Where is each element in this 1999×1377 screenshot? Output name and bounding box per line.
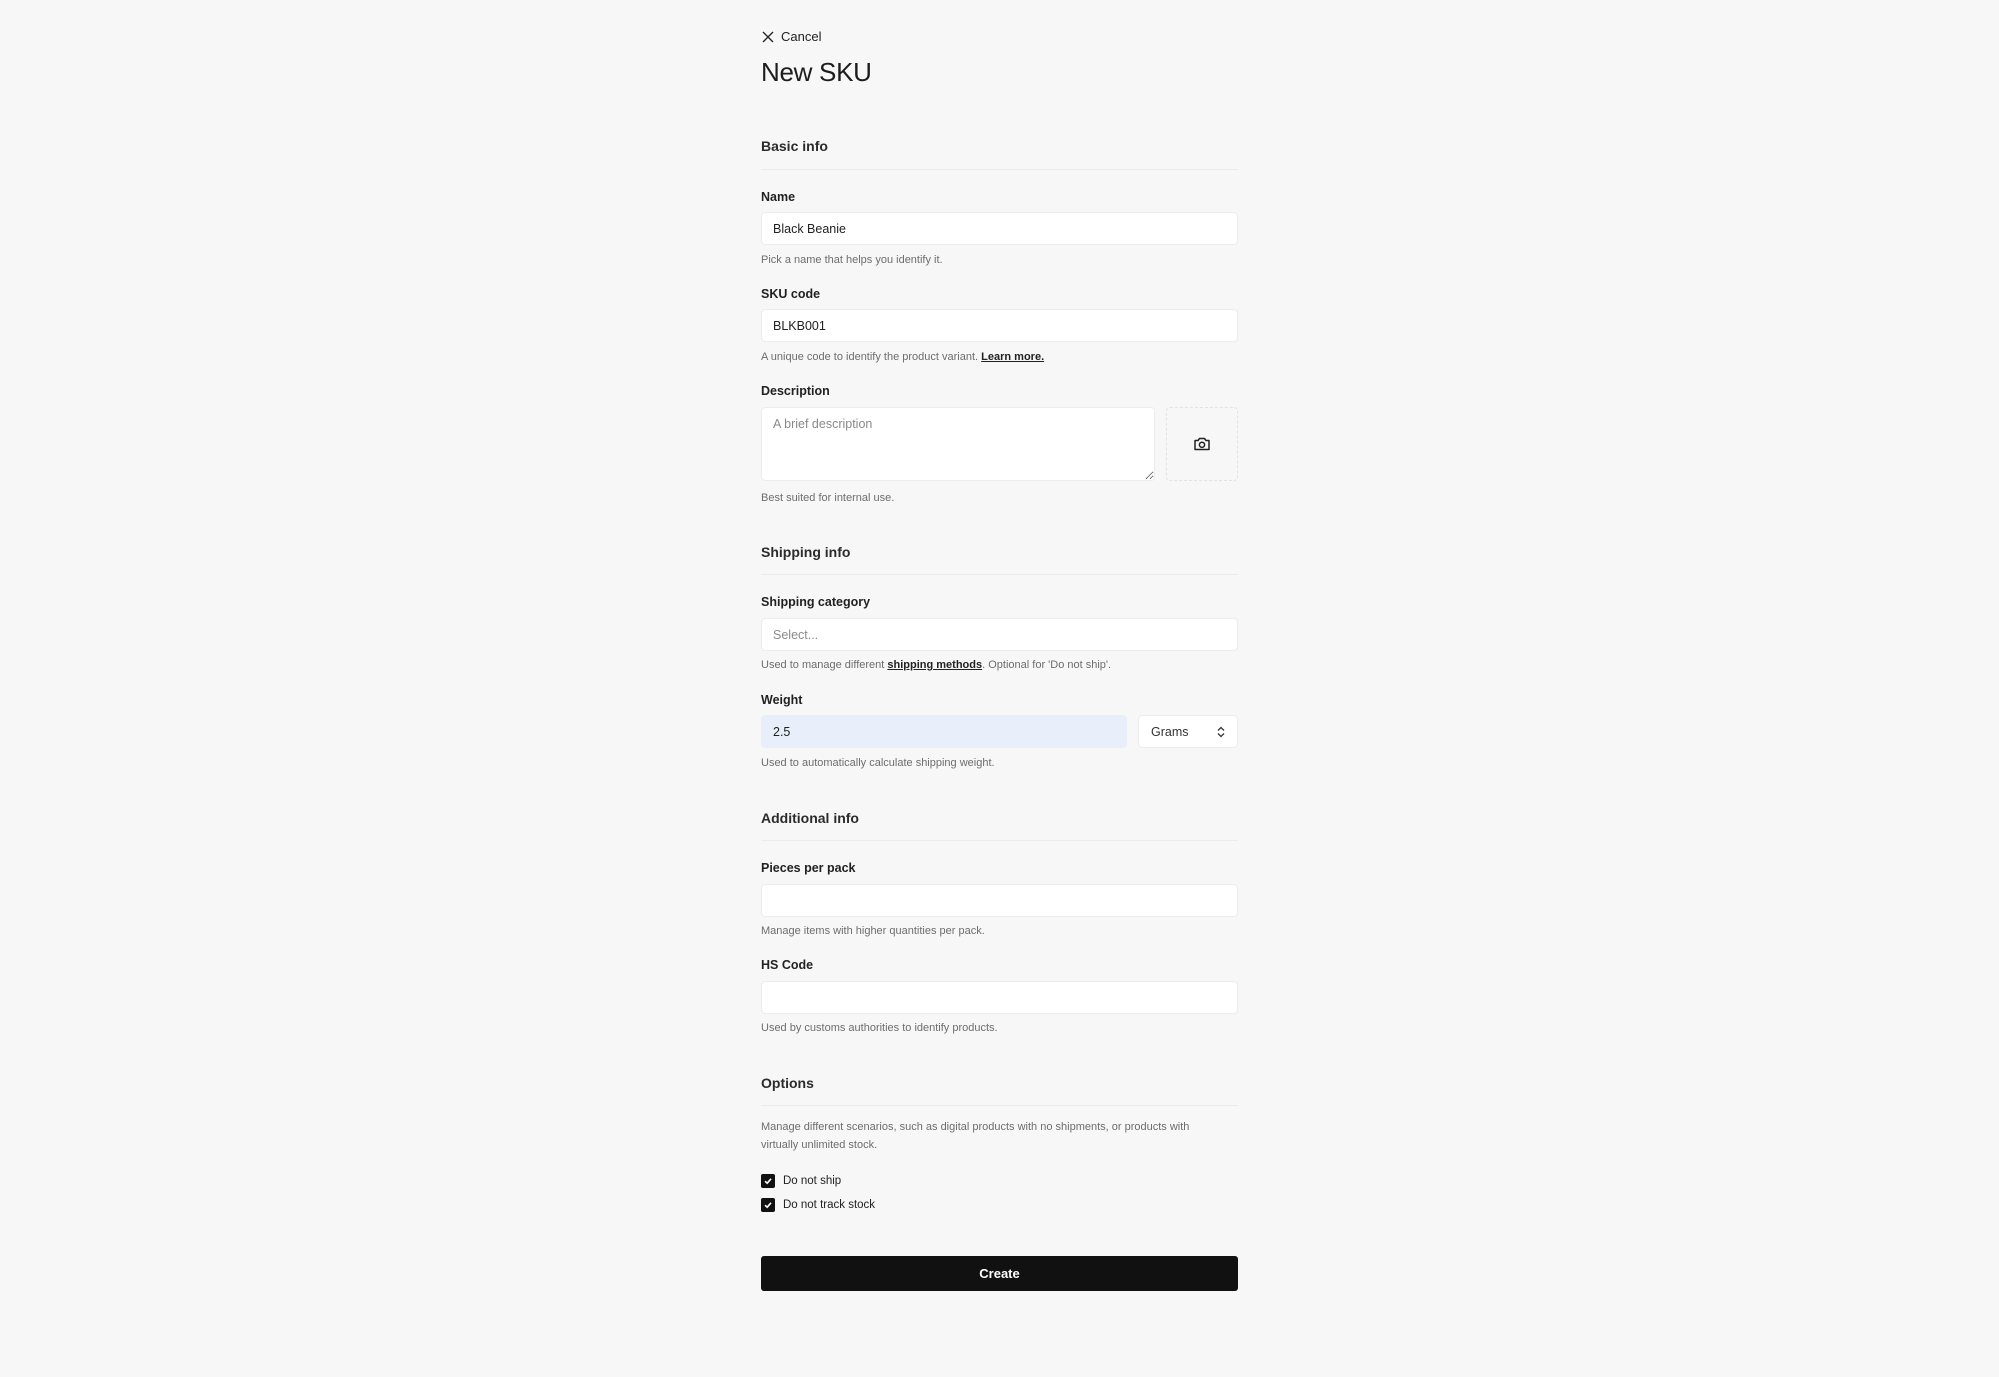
chevron-up-down-icon	[1217, 726, 1225, 737]
shipping-category-help-prefix: Used to manage different	[761, 659, 888, 671]
shipping-category-help-suffix: . Optional for 'Do not ship'.	[982, 659, 1112, 671]
divider	[761, 1105, 1238, 1106]
description-help: Best suited for internal use.	[761, 492, 895, 504]
pieces-per-pack-input[interactable]	[761, 884, 1238, 917]
options-description: Manage different scenarios, such as digi…	[761, 1121, 1190, 1151]
pieces-per-pack-help: Manage items with higher quantities per …	[761, 925, 985, 937]
checkbox-checked[interactable]	[761, 1198, 775, 1212]
description-label: Description	[761, 384, 830, 398]
sku-code-help-text: A unique code to identify the product va…	[761, 351, 979, 363]
do-not-track-stock-label: Do not track stock	[783, 1199, 876, 1211]
name-input[interactable]	[761, 212, 1238, 245]
do-not-ship-checkbox[interactable]: Do not ship	[761, 1174, 841, 1188]
page-title: New SKU	[761, 57, 872, 87]
shipping-category-help: Used to manage different shipping method…	[761, 659, 1111, 671]
name-help: Pick a name that helps you identify it.	[761, 254, 943, 266]
section-title-basic-info: Basic info	[761, 138, 828, 154]
sku-code-input[interactable]	[761, 309, 1238, 342]
weight-label: Weight	[761, 693, 803, 707]
weight-help: Used to automatically calculate shipping…	[761, 757, 995, 769]
weight-unit-value: Grams	[1151, 724, 1189, 739]
check-icon	[764, 1202, 772, 1209]
hs-code-input[interactable]	[761, 981, 1238, 1014]
sku-code-label: SKU code	[761, 287, 821, 301]
cancel-button[interactable]: Cancel	[761, 29, 821, 44]
weight-input[interactable]	[761, 715, 1127, 748]
camera-icon	[1194, 437, 1210, 451]
section-title-additional-info: Additional info	[761, 810, 859, 826]
cancel-label: Cancel	[781, 29, 822, 44]
divider	[761, 574, 1238, 575]
shipping-methods-link[interactable]: shipping methods	[887, 659, 982, 671]
do-not-track-stock-checkbox[interactable]: Do not track stock	[761, 1198, 875, 1212]
do-not-ship-label: Do not ship	[783, 1175, 842, 1187]
name-label: Name	[761, 190, 796, 204]
shipping-category-select[interactable]	[761, 618, 1238, 651]
hs-code-help: Used by customs authorities to identify …	[761, 1022, 998, 1034]
description-textarea[interactable]	[761, 407, 1155, 481]
shipping-category-label: Shipping category	[761, 595, 871, 609]
learn-more-link[interactable]: Learn more.	[981, 351, 1044, 363]
section-title-shipping-info: Shipping info	[761, 544, 851, 560]
check-icon	[764, 1178, 772, 1185]
create-button[interactable]: Create	[761, 1256, 1238, 1291]
close-icon	[762, 31, 774, 42]
sku-code-help: A unique code to identify the product va…	[761, 351, 1044, 363]
divider	[761, 169, 1238, 170]
weight-unit-select[interactable]: Grams	[1138, 715, 1238, 748]
upload-image-button[interactable]	[1166, 407, 1238, 481]
divider	[761, 840, 1238, 841]
hs-code-label: HS Code	[761, 958, 814, 972]
section-title-options: Options	[761, 1075, 814, 1091]
pieces-per-pack-label: Pieces per pack	[761, 861, 856, 875]
checkbox-checked[interactable]	[761, 1174, 775, 1188]
